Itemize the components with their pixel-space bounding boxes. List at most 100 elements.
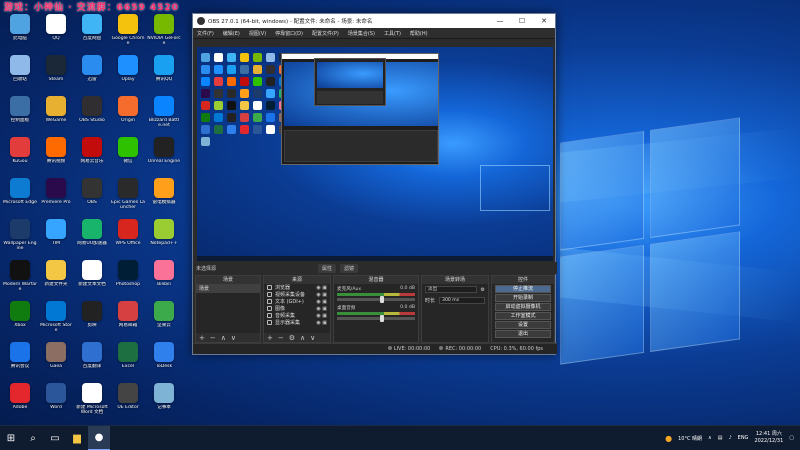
- visibility-icon[interactable]: ◉ ▣: [316, 306, 327, 312]
- desktop-icon[interactable]: 新建 Microsoft Word 文档: [76, 383, 108, 425]
- preview-canvas[interactable]: [197, 47, 553, 261]
- source-item[interactable]: 显示器采集 ◉ ▣: [264, 319, 330, 326]
- filters-button[interactable]: 滤镜: [340, 263, 359, 273]
- stop-streaming-button[interactable]: 停止推流: [495, 285, 551, 293]
- menu-docks[interactable]: 停靠窗口(D): [275, 30, 303, 37]
- desktop-icon[interactable]: KuGou: [4, 137, 36, 179]
- desktop-icon[interactable]: Xbox: [4, 301, 36, 343]
- source-item[interactable]: 图像 ◉ ▣: [264, 305, 330, 312]
- move-up-icon[interactable]: ∧: [300, 334, 305, 342]
- start-button[interactable]: ⊞: [0, 426, 22, 450]
- desktop-icon[interactable]: Premiere Pro: [40, 178, 72, 220]
- desktop-icon[interactable]: Microsoft Store: [40, 301, 72, 343]
- properties-button[interactable]: 属性: [318, 263, 337, 273]
- studio-mode-button[interactable]: 工作室模式: [495, 312, 551, 320]
- close-button[interactable]: ✕: [533, 17, 555, 25]
- volume-icon[interactable]: ♪: [728, 435, 731, 441]
- desktop-icon[interactable]: Origin: [112, 96, 144, 138]
- visibility-icon[interactable]: ◉ ▣: [316, 285, 327, 291]
- remove-icon[interactable]: −: [278, 334, 284, 342]
- desktop-icon[interactable]: OBS Studio: [76, 96, 108, 138]
- search-icon[interactable]: ⌕: [22, 426, 44, 450]
- remove-icon[interactable]: −: [210, 334, 216, 342]
- language-indicator[interactable]: ENG: [738, 435, 749, 441]
- menu-edit[interactable]: 编辑(E): [223, 30, 240, 37]
- source-item[interactable]: 浏览器 ◉ ▣: [264, 284, 330, 291]
- desktop-icon[interactable]: 剪映: [76, 301, 108, 343]
- add-icon[interactable]: +: [199, 334, 205, 342]
- visibility-icon[interactable]: ◉ ▣: [316, 299, 327, 305]
- network-icon[interactable]: ▤: [718, 435, 723, 441]
- desktop-icon[interactable]: 回收站: [4, 55, 36, 97]
- desktop-icon[interactable]: Unreal Engine: [148, 137, 180, 179]
- move-up-icon[interactable]: ∧: [221, 334, 226, 342]
- clock[interactable]: 12:41 周六 2022/12/31: [754, 431, 783, 445]
- task-view-icon[interactable]: ▭: [44, 426, 66, 450]
- gear-icon[interactable]: ⚙: [289, 334, 295, 342]
- desktop-icon[interactable]: 此电脑: [4, 14, 36, 56]
- volume-slider[interactable]: [337, 296, 415, 303]
- visibility-icon[interactable]: ◉ ▣: [316, 320, 327, 326]
- weather-text[interactable]: 10°C 晴朗: [678, 435, 702, 442]
- desktop-icon[interactable]: Word: [40, 383, 72, 425]
- transition-select[interactable]: 淡出: [425, 286, 477, 293]
- desktop-icon[interactable]: 坚果云: [148, 301, 180, 343]
- start-recording-button[interactable]: 开始录制: [495, 294, 551, 302]
- desktop-icon[interactable]: 百度网盘: [76, 14, 108, 56]
- visibility-icon[interactable]: ◉ ▣: [316, 292, 327, 298]
- desktop-icon[interactable]: WPS Office: [112, 219, 144, 261]
- desktop-icon[interactable]: 雷电模拟器: [148, 178, 180, 220]
- desktop-icon[interactable]: Steam: [40, 55, 72, 97]
- desktop-icon[interactable]: 腾讯会议: [4, 342, 36, 384]
- menu-profile[interactable]: 配置文件(P): [312, 30, 339, 37]
- desktop-icon[interactable]: 控制面板: [4, 96, 36, 138]
- volume-slider[interactable]: [337, 315, 415, 322]
- desktop-icon[interactable]: QQ: [40, 14, 72, 56]
- desktop-icon[interactable]: Adobe: [4, 383, 36, 425]
- menu-scene-collection[interactable]: 场景集合(S): [348, 30, 375, 37]
- desktop-icon[interactable]: Gaea: [40, 342, 72, 384]
- desktop-icon[interactable]: WeGame: [40, 96, 72, 138]
- menu-view[interactable]: 视图(V): [249, 30, 266, 37]
- source-item[interactable]: 音频采集 ◉ ▣: [264, 312, 330, 319]
- desktop-icon[interactable]: 记事本: [148, 383, 180, 425]
- visibility-icon[interactable]: ◉ ▣: [316, 313, 327, 319]
- move-down-icon[interactable]: ∨: [231, 334, 236, 342]
- menu-tools[interactable]: 工具(T): [384, 30, 401, 37]
- maximize-button[interactable]: ☐: [511, 17, 533, 25]
- desktop-icon[interactable]: 新建文本文档: [76, 260, 108, 302]
- desktop-icon[interactable]: Photoshop: [112, 260, 144, 302]
- desktop-icon[interactable]: Google Chrome: [112, 14, 144, 56]
- desktop-icon[interactable]: 腾讯视频: [40, 137, 72, 179]
- settings-button[interactable]: 设置: [495, 321, 551, 329]
- obs-taskbar-icon[interactable]: ●: [88, 425, 110, 450]
- desktop-icon[interactable]: Blizzard Battle.net: [148, 96, 180, 138]
- desktop-icon[interactable]: Bilibili: [148, 260, 180, 302]
- desktop-icon[interactable]: TIM: [40, 219, 72, 261]
- obs-window[interactable]: OBS 27.0.1 (64-bit, windows) - 配置文件: 未命名…: [192, 13, 557, 355]
- desktop-icon[interactable]: Uplay: [112, 55, 144, 97]
- exit-button[interactable]: 退出: [495, 330, 551, 338]
- desktop-icon[interactable]: 新建文件夹: [40, 260, 72, 302]
- minimize-button[interactable]: —: [489, 17, 511, 25]
- scene-item[interactable]: 场景: [196, 284, 260, 293]
- desktop-icon[interactable]: UE Editor: [112, 383, 144, 425]
- desktop-icon[interactable]: 网易云音乐: [76, 137, 108, 179]
- source-item[interactable]: 视频采集设备 ◉ ▣: [264, 291, 330, 298]
- desktop-icon[interactable]: 腾讯QQ: [148, 55, 180, 97]
- desktop-icon[interactable]: OBS: [76, 178, 108, 220]
- desktop-icon[interactable]: Microsoft Edge: [3, 178, 37, 220]
- desktop-icon[interactable]: 迅雷: [76, 55, 108, 97]
- desktop-icon[interactable]: Epic Games Launcher: [111, 178, 145, 220]
- menu-help[interactable]: 帮助(H): [410, 30, 428, 37]
- desktop-icon[interactable]: 百度翻译: [76, 342, 108, 384]
- add-icon[interactable]: +: [267, 334, 273, 342]
- move-down-icon[interactable]: ∨: [310, 334, 315, 342]
- desktop-icon[interactable]: Wallpaper Engine: [3, 219, 37, 261]
- desktop-icon[interactable]: 网易UU加速器: [76, 219, 108, 261]
- desktop-icon[interactable]: 微信: [112, 137, 144, 179]
- desktop-icon[interactable]: ToDesk: [148, 342, 180, 384]
- tray-chevron-icon[interactable]: ∧: [708, 435, 712, 441]
- file-explorer-icon[interactable]: ▆: [66, 426, 88, 450]
- desktop-icon[interactable]: Excel: [112, 342, 144, 384]
